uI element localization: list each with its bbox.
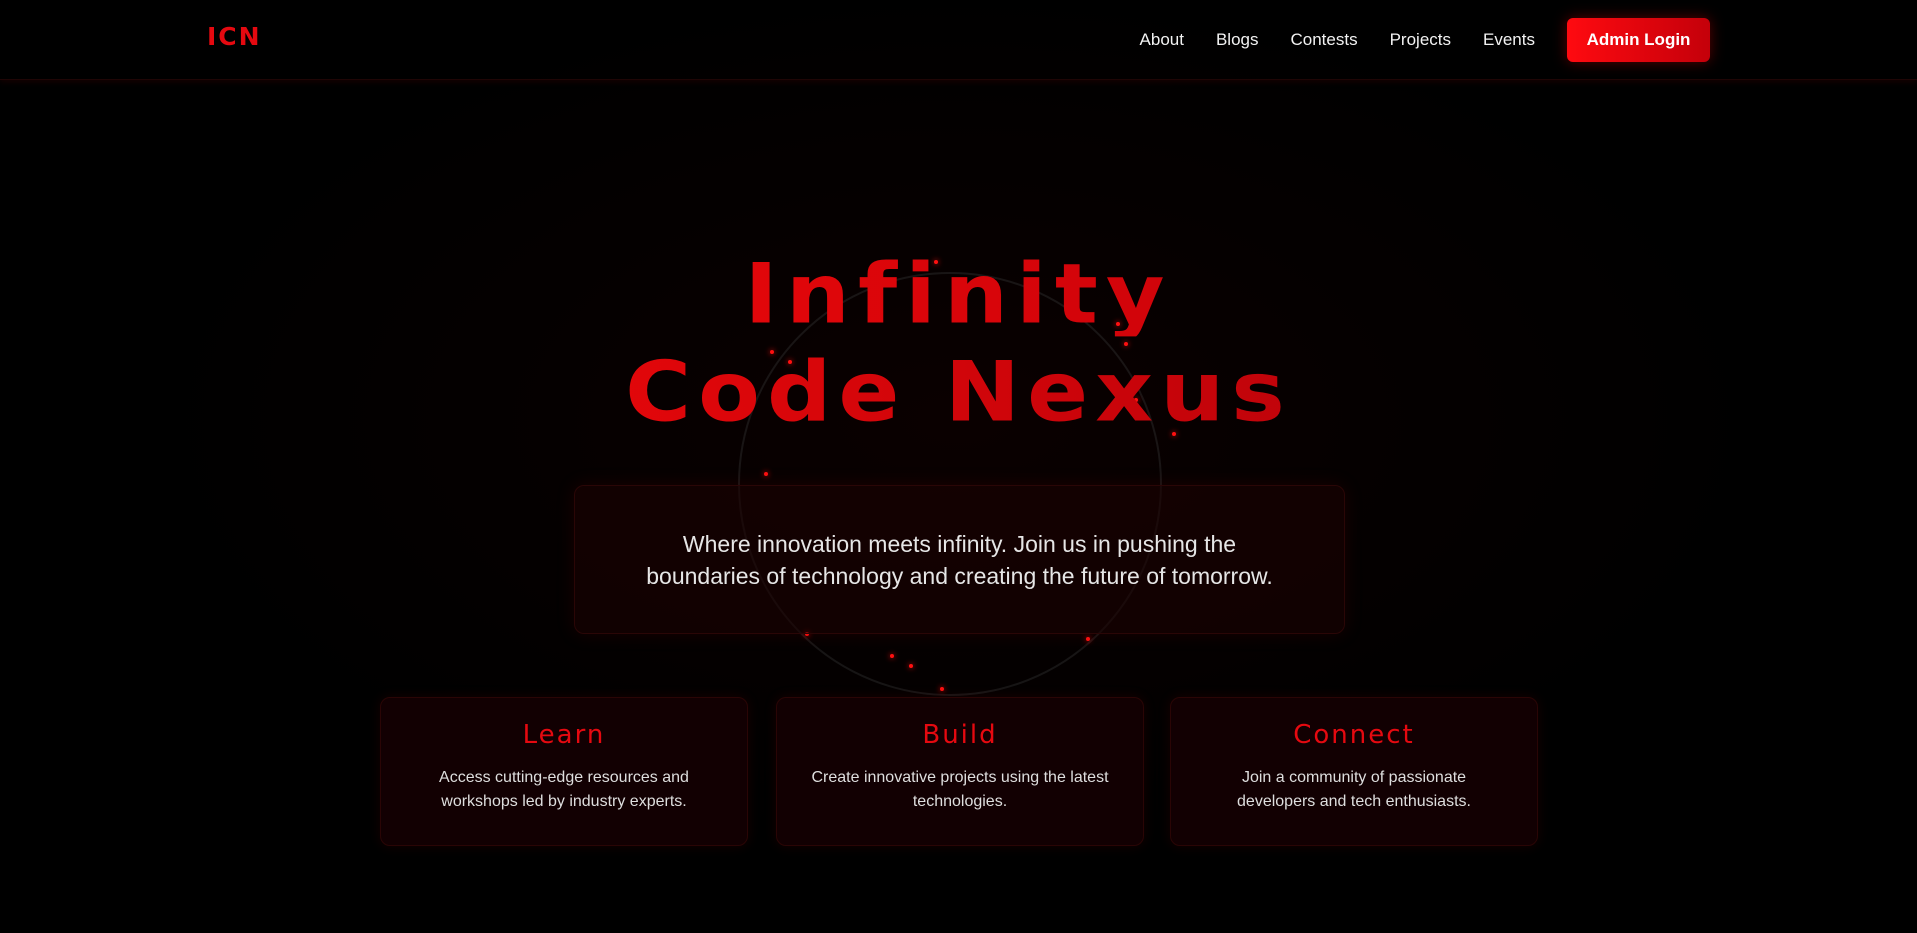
logo[interactable]: ICN [207, 22, 262, 51]
nav-link-blogs[interactable]: Blogs [1216, 30, 1259, 50]
particle-decoration [764, 472, 768, 476]
feature-card-title: Learn [522, 720, 606, 750]
feature-card-learn: Learn Access cutting-edge resources and … [380, 697, 748, 846]
page: ICN About Blogs Contests Projects Events… [0, 0, 1917, 933]
top-nav-bar: ICN About Blogs Contests Projects Events… [0, 0, 1917, 80]
feature-card-build: Build Create innovative projects using t… [776, 697, 1144, 846]
particle-decoration [1086, 637, 1090, 641]
feature-card-description: Join a community of passionate developer… [1237, 769, 1471, 810]
nav-link-about[interactable]: About [1140, 30, 1184, 50]
hero-title-line-1: Infinity [0, 253, 1917, 337]
hero-title: Infinity Code Nexus [0, 250, 1917, 438]
feature-card-description: Access cutting-edge resources and worksh… [439, 769, 689, 810]
particle-decoration [940, 687, 944, 691]
feature-card-description: Create innovative projects using the lat… [811, 769, 1109, 810]
nav-link-events[interactable]: Events [1483, 30, 1535, 50]
feature-card-connect: Connect Join a community of passionate d… [1170, 697, 1538, 846]
tagline-box: Where innovation meets infinity. Join us… [574, 485, 1345, 634]
nav-link-contests[interactable]: Contests [1291, 30, 1358, 50]
nav-link-projects[interactable]: Projects [1390, 30, 1451, 50]
particle-decoration [890, 654, 894, 658]
hero-tagline: Where innovation meets infinity. Join us… [646, 530, 1273, 589]
feature-card-title: Build [922, 720, 998, 750]
admin-login-button[interactable]: Admin Login [1567, 17, 1710, 62]
main-nav: About Blogs Contests Projects Events Adm… [1140, 0, 1710, 79]
particle-decoration [909, 664, 913, 668]
feature-card-title: Connect [1293, 720, 1415, 750]
hero-title-line-2: Code Nexus [0, 351, 1917, 435]
